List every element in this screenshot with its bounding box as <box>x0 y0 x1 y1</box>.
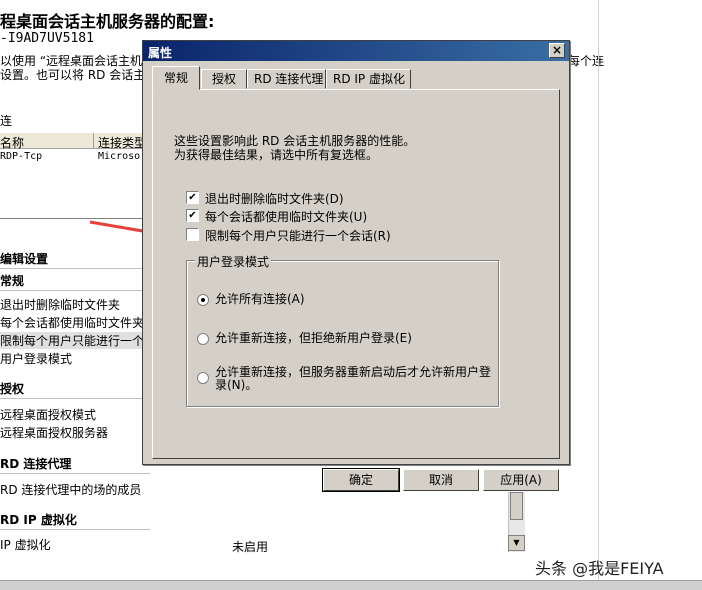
checkbox-checked-icon[interactable]: ✔ <box>186 191 199 204</box>
pane-divider <box>598 0 599 590</box>
section-divider <box>0 473 150 474</box>
dialog-titlebar[interactable]: 属性 × <box>143 41 569 61</box>
checkbox-unchecked-icon[interactable] <box>186 228 199 241</box>
setting-license-server[interactable]: 远程桌面授权服务器 <box>0 424 108 441</box>
radio-label[interactable]: 允许重新连接，但拒绝新用户登录(E) <box>215 332 412 345</box>
tab-connection-broker[interactable]: RD 连接代理 <box>247 69 326 89</box>
scrollbar-thumb[interactable] <box>510 492 523 520</box>
dialog-title: 属性 <box>148 46 173 60</box>
connection-row-name[interactable]: RDP-Tcp <box>0 151 42 162</box>
setting-restrict-single-session[interactable]: 限制每个用户只能进行一个 <box>0 332 145 349</box>
setting-broker-farm-member[interactable]: RD 连接代理中的场的成员 <box>0 481 141 498</box>
checkbox-label[interactable]: 限制每个用户只能进行一个会话(R) <box>205 227 391 244</box>
setting-user-logon-mode[interactable]: 用户登录模式 <box>0 350 72 367</box>
logon-mode-group: 用户登录模式 允许所有连接(A) 允许重新连接，但拒绝新用户登录(E) 允许重新… <box>186 253 499 407</box>
checkbox-label[interactable]: 每个会话都使用临时文件夹(U) <box>205 208 367 225</box>
watermark: 头条 @我是FEIYA <box>535 559 664 578</box>
radio-unselected-icon[interactable] <box>197 372 209 384</box>
properties-dialog: 属性 × 常规 授权 RD 连接代理 RD IP 虚拟化 这些设置影响此 RD … <box>142 40 570 465</box>
column-header-type[interactable]: 连接类型 <box>98 134 146 151</box>
section-connection-broker: RD 连接代理 <box>0 457 72 471</box>
column-header-name[interactable]: 名称 <box>0 134 24 151</box>
tab-ip-virtualization[interactable]: RD IP 虚拟化 <box>326 69 411 89</box>
section-licensing: 授权 <box>0 382 25 396</box>
setting-ip-virtualization[interactable]: IP 虚拟化 <box>0 536 51 553</box>
apply-button[interactable]: 应用(A) <box>483 469 559 491</box>
cancel-button[interactable]: 取消 <box>403 469 479 491</box>
setting-delete-temp-folders[interactable]: 退出时删除临时文件夹 <box>0 296 120 313</box>
section-divider <box>0 529 150 530</box>
ip-virtualization-value: 未启用 <box>232 540 269 554</box>
logon-mode-group-title: 用户登录模式 <box>195 253 272 270</box>
section-general: 常规 <box>0 274 25 288</box>
section-divider <box>0 268 150 269</box>
description-line-2: 设置。也可以将 RD 会话主 <box>0 68 146 82</box>
section-ip-virtualization: RD IP 虚拟化 <box>0 513 77 527</box>
radio-label-line-2[interactable]: 录(N)。 <box>215 379 257 392</box>
scroll-down-arrow-icon[interactable]: ▼ <box>508 535 525 551</box>
checkbox-label[interactable]: 退出时删除临时文件夹(D) <box>205 190 344 207</box>
connection-row-type[interactable]: Microso <box>98 151 140 162</box>
radio-label[interactable]: 允许所有连接(A) <box>215 293 305 306</box>
close-button[interactable]: × <box>549 43 565 58</box>
page-title: 程桌面会话主机服务器的配置: <box>0 12 215 31</box>
intro-text-line-2: 为获得最佳结果，请选中所有复选框。 <box>174 148 379 162</box>
column-divider[interactable] <box>93 133 94 149</box>
tab-general[interactable]: 常规 <box>152 66 200 90</box>
server-name: -I9AD7UV5181 <box>0 31 94 46</box>
checkbox-checked-icon[interactable]: ✔ <box>186 209 199 222</box>
setting-licensing-mode[interactable]: 远程桌面授权模式 <box>0 406 96 423</box>
section-divider <box>0 398 150 399</box>
radio-selected-icon[interactable] <box>197 294 209 306</box>
tab-licensing[interactable]: 授权 <box>201 69 247 89</box>
section-divider <box>0 290 150 291</box>
edit-settings-title: 编辑设置 <box>0 252 49 266</box>
ok-button[interactable]: 确定 <box>322 468 400 492</box>
connections-label: 连 <box>0 114 13 128</box>
status-bar <box>0 580 702 590</box>
radio-unselected-icon[interactable] <box>197 333 209 345</box>
general-tab-panel: 这些设置影响此 RD 会话主机服务器的性能。 为获得最佳结果，请选中所有复选框。… <box>152 89 560 459</box>
setting-temp-folder-per-session[interactable]: 每个会话都使用临时文件夹 <box>0 314 144 331</box>
connections-table-header: 名称 连接类型 <box>0 133 160 151</box>
